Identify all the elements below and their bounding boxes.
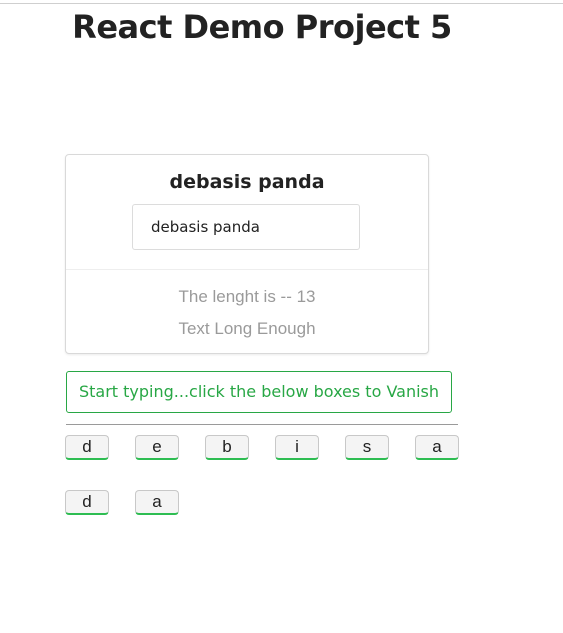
char-box[interactable]: e	[135, 435, 179, 460]
card-divider	[66, 269, 428, 270]
validation-status: Text Long Enough	[178, 319, 316, 338]
hint-banner: Start typing...click the below boxes to …	[66, 371, 452, 413]
char-box[interactable]: d	[65, 490, 109, 515]
char-box[interactable]: d	[65, 435, 109, 460]
char-box[interactable]: s	[345, 435, 389, 460]
length-output: The lenght is -- 13	[178, 287, 316, 306]
top-divider	[0, 3, 563, 4]
letters-divider	[66, 424, 458, 425]
page-title: React Demo Project 5	[72, 8, 452, 46]
name-display: debasis panda	[169, 171, 325, 193]
char-box[interactable]: a	[135, 490, 179, 515]
char-box[interactable]: b	[205, 435, 249, 460]
char-box[interactable]: a	[415, 435, 459, 460]
char-box[interactable]: i	[275, 435, 319, 460]
validation-card: debasis panda The lenght is -- 13 Text L…	[65, 154, 429, 354]
name-input[interactable]	[132, 204, 360, 250]
